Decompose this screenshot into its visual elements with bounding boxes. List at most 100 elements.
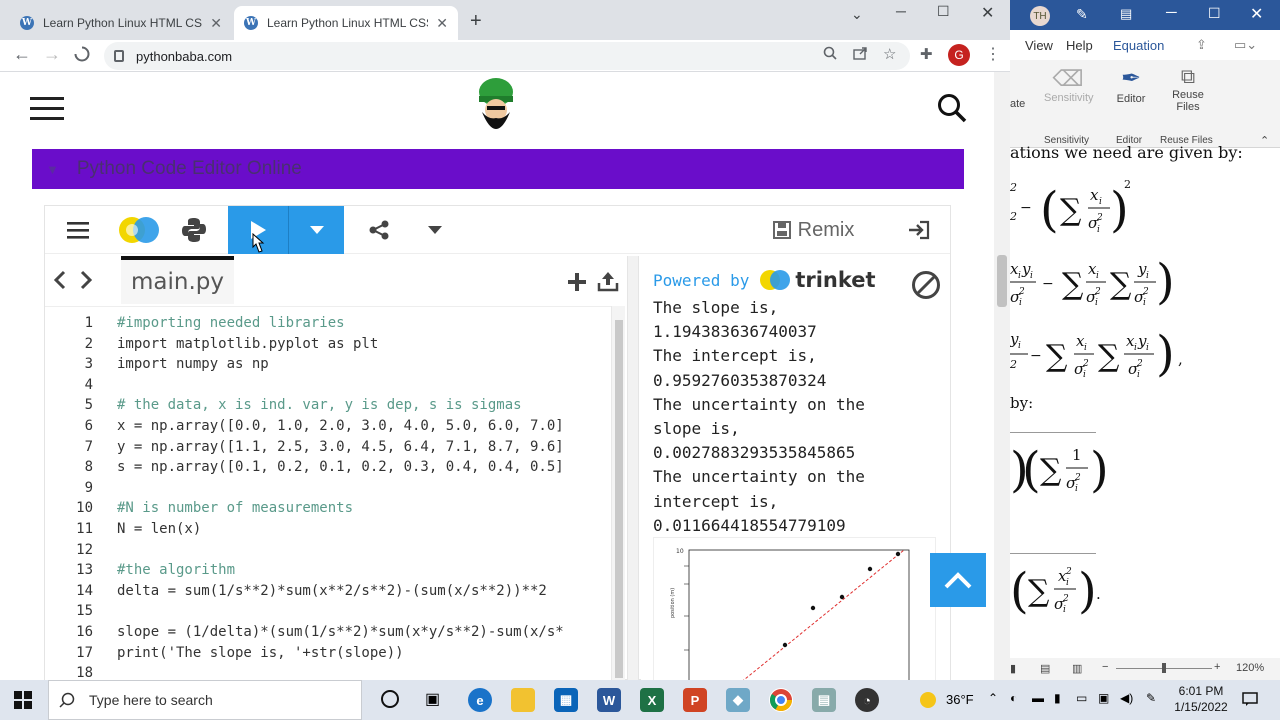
loading-spinner-icon[interactable] [74, 46, 90, 67]
file-tab-main-py[interactable]: main.py [121, 256, 234, 304]
page-scrollbar[interactable] [994, 72, 1010, 680]
profile-avatar[interactable]: G [948, 44, 970, 66]
login-icon[interactable] [901, 206, 937, 254]
extensions-icon[interactable]: ✚ [920, 45, 933, 63]
zoom-level[interactable]: 120% [1236, 662, 1264, 674]
pane-divider[interactable] [627, 256, 639, 680]
network-icon[interactable]: ▭ [1076, 691, 1087, 705]
collapse-ribbon-icon[interactable]: ⌃ [1260, 134, 1269, 147]
close-tab-icon[interactable]: ✕ [210, 15, 222, 32]
code-line[interactable]: 3 import numpy as np [45, 354, 611, 375]
microphone-icon[interactable]: ▮ [1054, 691, 1061, 705]
share-icon[interactable]: ⇪ [1196, 37, 1207, 53]
pen-icon[interactable]: ✎ [1146, 691, 1156, 705]
close-window-button[interactable]: ✕ [1250, 4, 1263, 24]
next-file-icon[interactable] [79, 270, 93, 295]
read-mode-icon[interactable]: ▤ [1040, 662, 1050, 675]
cortana-icon[interactable] [381, 690, 399, 708]
menu-help[interactable]: Help [1066, 38, 1093, 53]
taskbar-search-box[interactable]: Type here to search [48, 680, 362, 720]
code-line[interactable]: 17 print('The slope is, '+str(slope)) [45, 643, 611, 664]
editor-button[interactable]: ✒ Editor [1110, 64, 1152, 105]
tab-search-icon[interactable]: ⌄ [851, 6, 863, 23]
menu-equation[interactable]: Equation [1113, 38, 1164, 53]
code-line[interactable]: 8 s = np.array([0.1, 0.2, 0.1, 0.2, 0.3, … [45, 457, 611, 478]
clock[interactable]: 6:01 PM 1/15/2022 [1172, 683, 1230, 715]
maximize-button[interactable]: ☐ [1208, 5, 1221, 22]
word-taskbar-icon[interactable]: W [597, 688, 621, 712]
python-icon[interactable] [177, 206, 211, 254]
close-window-button[interactable]: ✕ [981, 3, 994, 23]
trinket-menu-icon[interactable] [61, 206, 95, 254]
forward-button[interactable]: → [43, 44, 61, 65]
code-line[interactable]: 18 [45, 663, 611, 680]
print-layout-icon[interactable]: ▥ [1072, 662, 1082, 675]
code-line[interactable]: 14 delta = sum(1/s**2)*sum(x**2/s**2)-(su… [45, 581, 611, 602]
powerpoint-icon[interactable]: P [683, 688, 707, 712]
upload-icon[interactable] [597, 270, 619, 297]
edge-icon[interactable]: e [468, 688, 492, 712]
code-line[interactable]: 6 x = np.array([0.0, 1.0, 2.0, 3.0, 4.0, … [45, 416, 611, 437]
new-tab-button[interactable]: + [470, 10, 482, 33]
powered-by[interactable]: Powered by trinket [653, 268, 876, 292]
share-icon[interactable] [853, 46, 868, 64]
code-line[interactable]: 16 slope = (1/delta)*(sum(1/s**2)*sum(x*y… [45, 622, 611, 643]
site-menu-icon[interactable] [30, 97, 64, 121]
volume-icon[interactable]: ◀) [1120, 691, 1133, 705]
show-hidden-icons[interactable]: ⌃ [988, 691, 998, 705]
chrome-icon[interactable] [769, 688, 793, 712]
back-button[interactable]: ← [13, 44, 31, 65]
address-bar[interactable]: pythonbaba.com [104, 42, 910, 70]
trinket-logo-icon[interactable] [117, 206, 161, 254]
weather-icon[interactable] [920, 692, 936, 708]
code-line[interactable]: 11 N = len(x) [45, 519, 611, 540]
scroll-to-top-button[interactable] [930, 553, 986, 607]
remix-button[interactable]: Remix [767, 206, 859, 254]
minimize-button[interactable]: ─ [1166, 4, 1177, 21]
code-line[interactable]: 10 #N is number of measurements [45, 498, 611, 519]
code-line[interactable]: 13 #the algorithm [45, 560, 611, 581]
minimize-button[interactable]: ─ [896, 3, 906, 19]
app-icon[interactable]: ◆ [726, 688, 750, 712]
browser-tab-2[interactable]: W Learn Python Linux HTML CSS JS ✕ [234, 6, 458, 40]
code-line[interactable]: 2 import matplotlib.pyplot as plt [45, 334, 611, 355]
code-line[interactable]: 1 #importing needed libraries [45, 313, 611, 334]
excel-icon[interactable]: X [640, 688, 664, 712]
maximize-button[interactable]: ☐ [937, 3, 950, 20]
focus-icon[interactable]: ▮ [1010, 662, 1016, 675]
share-icon[interactable] [361, 206, 397, 254]
section-banner[interactable]: ▼ Python Code Editor Online [32, 149, 964, 189]
zoom-out-button[interactable]: − [1102, 661, 1108, 673]
code-scrollbar[interactable] [611, 306, 625, 680]
tray-icon[interactable]: ◐ [1010, 691, 1017, 705]
bookmark-star-icon[interactable]: ☆ [883, 45, 896, 63]
task-view-icon[interactable]: ▣ [425, 689, 440, 709]
code-line[interactable]: 9 [45, 478, 611, 499]
user-avatar[interactable]: TH [1030, 6, 1050, 26]
code-line[interactable]: 7 y = np.array([1.1, 2.5, 3.0, 4.5, 6.4, … [45, 437, 611, 458]
prev-file-icon[interactable] [53, 270, 67, 295]
close-tab-icon[interactable]: ✕ [436, 15, 448, 32]
zoom-slider-thumb[interactable] [1162, 663, 1166, 673]
page-scroll-thumb[interactable] [997, 255, 1007, 307]
notifications-icon[interactable] [1242, 691, 1258, 712]
site-logo[interactable] [473, 76, 519, 144]
zoom-icon[interactable] [823, 46, 837, 64]
ribbon-display-icon[interactable]: ▤ [1120, 6, 1132, 22]
tray-icon[interactable]: ▣ [1098, 691, 1109, 705]
app-icon[interactable]: ▤ [812, 688, 836, 712]
comments-icon[interactable]: ▭⌄ [1234, 37, 1257, 53]
code-line[interactable]: 15 [45, 601, 611, 622]
pen-icon[interactable]: ✎ [1076, 6, 1088, 23]
code-line[interactable]: 12 [45, 540, 611, 561]
weather-temp[interactable]: 36°F [946, 692, 974, 707]
zoom-in-button[interactable]: + [1214, 661, 1220, 673]
file-explorer-icon[interactable] [511, 688, 535, 712]
app-icon[interactable]: ◔ [855, 688, 879, 712]
sensitivity-button[interactable]: ⌫ Sensitivity [1044, 66, 1094, 104]
code-line[interactable]: 5 # the data, x is ind. var, y is dep, s … [45, 395, 611, 416]
code-line[interactable]: 4 [45, 375, 611, 396]
windows-start-icon[interactable] [14, 691, 32, 714]
browser-tab-1[interactable]: W Learn Python Linux HTML CSS JS ✕ [10, 6, 232, 40]
reuse-files-button[interactable]: ⧉ Reuse Files [1167, 66, 1209, 113]
